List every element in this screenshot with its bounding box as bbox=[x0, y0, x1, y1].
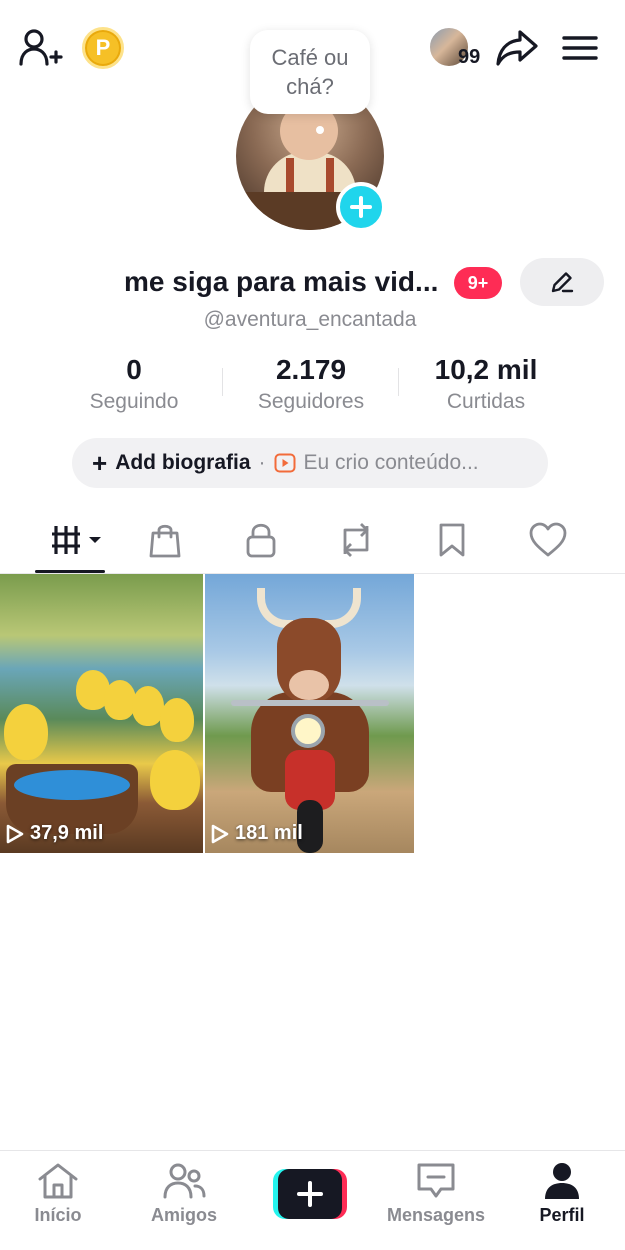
active-tab-indicator bbox=[35, 570, 105, 573]
tab-saved[interactable] bbox=[427, 520, 477, 560]
friends-icon bbox=[163, 1163, 206, 1199]
video-creator-icon bbox=[274, 453, 296, 473]
stat-value: 2.179 bbox=[275, 354, 347, 385]
creator-label: Eu crio conteúdo... bbox=[303, 451, 479, 474]
nav-messages-label: Mensagens bbox=[386, 1205, 486, 1225]
stat-likes[interactable]: 10,2 mil Curtidas bbox=[420, 352, 552, 416]
stat-followers[interactable]: 2.179 Seguidores bbox=[240, 352, 382, 416]
tab-liked[interactable] bbox=[523, 520, 573, 560]
tab-private[interactable] bbox=[236, 520, 286, 560]
nav-messages[interactable]: Mensagens bbox=[376, 1161, 496, 1237]
add-friend-icon[interactable] bbox=[18, 26, 64, 72]
view-count-value: 181 mil bbox=[235, 822, 303, 844]
home-icon bbox=[38, 1163, 78, 1199]
bucket-water bbox=[14, 770, 130, 800]
bookmark-icon bbox=[439, 523, 465, 557]
plus-icon: + bbox=[92, 448, 108, 478]
motorcycle-handlebar bbox=[231, 700, 389, 706]
videos-grid-icon bbox=[52, 526, 101, 554]
tab-reposts[interactable] bbox=[331, 520, 381, 560]
name-row: me siga para mais vid... 9+ bbox=[0, 258, 625, 308]
friends-activity[interactable]: 99 bbox=[428, 26, 486, 70]
menu-icon[interactable] bbox=[558, 28, 602, 68]
nav-home-label: Início bbox=[34, 1205, 82, 1225]
coin-icon[interactable]: P bbox=[82, 27, 124, 69]
duckling bbox=[104, 680, 136, 720]
edit-profile-button[interactable] bbox=[520, 258, 604, 306]
view-count-value: 37,9 mil bbox=[30, 822, 104, 844]
shop-bag-icon bbox=[149, 524, 181, 558]
bull-snout bbox=[289, 670, 329, 700]
view-count: 37,9 mil bbox=[6, 822, 103, 845]
stat-divider bbox=[398, 368, 399, 396]
profile-tabs bbox=[0, 508, 625, 574]
lock-icon bbox=[246, 523, 276, 558]
notification-badge[interactable]: 9+ bbox=[454, 267, 502, 299]
play-icon bbox=[211, 824, 229, 843]
stats-row: 0 Seguindo 2.179 Seguidores 10,2 mil Cur… bbox=[0, 352, 625, 416]
status-bubble[interactable]: Café ou chá? bbox=[250, 30, 370, 114]
bio-separator: · bbox=[258, 451, 266, 474]
tab-videos[interactable] bbox=[50, 520, 106, 560]
share-icon[interactable] bbox=[494, 26, 540, 70]
stat-label: Seguindo bbox=[89, 390, 179, 413]
stat-value: 0 bbox=[126, 354, 142, 385]
pencil-icon bbox=[551, 272, 574, 293]
bull-horn bbox=[257, 588, 293, 628]
friends-count: 99 bbox=[458, 46, 481, 68]
coin-letter: P bbox=[95, 35, 111, 60]
video-thumbnail[interactable]: 181 mil bbox=[205, 574, 414, 853]
plus-icon bbox=[297, 1181, 323, 1207]
add-bio-label: Add biografia bbox=[115, 451, 251, 474]
duckling bbox=[160, 698, 194, 742]
view-count: 181 mil bbox=[211, 822, 303, 845]
messages-icon bbox=[417, 1163, 455, 1198]
bull-horn bbox=[325, 588, 361, 628]
profile-icon bbox=[545, 1163, 579, 1199]
stat-divider bbox=[222, 368, 223, 396]
heart-icon bbox=[529, 522, 567, 557]
bubble-dot bbox=[316, 126, 324, 134]
play-icon bbox=[6, 824, 24, 843]
duckling bbox=[4, 704, 48, 760]
tab-shop[interactable] bbox=[140, 520, 190, 560]
stat-label: Curtidas bbox=[446, 390, 526, 413]
stat-value: 10,2 mil bbox=[434, 354, 538, 385]
username: @aventura_encantada bbox=[203, 308, 417, 331]
bottom-nav: Início Amigos Mensagens Perfil bbox=[0, 1150, 625, 1250]
plus-icon bbox=[350, 196, 372, 218]
display-name[interactable]: me siga para mais vid... bbox=[124, 266, 438, 298]
stat-label: Seguidores bbox=[257, 390, 365, 413]
nav-friends[interactable]: Amigos bbox=[124, 1161, 244, 1237]
nav-profile-label: Perfil bbox=[539, 1205, 585, 1225]
create-button-core bbox=[278, 1169, 342, 1219]
nav-profile[interactable]: Perfil bbox=[502, 1161, 622, 1237]
video-thumbnail[interactable]: 37,9 mil bbox=[0, 574, 203, 853]
nav-home[interactable]: Início bbox=[0, 1161, 118, 1237]
add-bio-pill[interactable]: + Add biografia · Eu crio conteúdo... bbox=[72, 438, 548, 488]
create-button[interactable] bbox=[273, 1169, 347, 1219]
nav-friends-label: Amigos bbox=[150, 1205, 217, 1225]
duckling bbox=[150, 750, 200, 810]
repost-icon bbox=[343, 523, 369, 557]
add-avatar-button[interactable] bbox=[336, 182, 386, 232]
stat-following[interactable]: 0 Seguindo bbox=[70, 352, 198, 416]
motorcycle-headlight bbox=[291, 714, 325, 748]
